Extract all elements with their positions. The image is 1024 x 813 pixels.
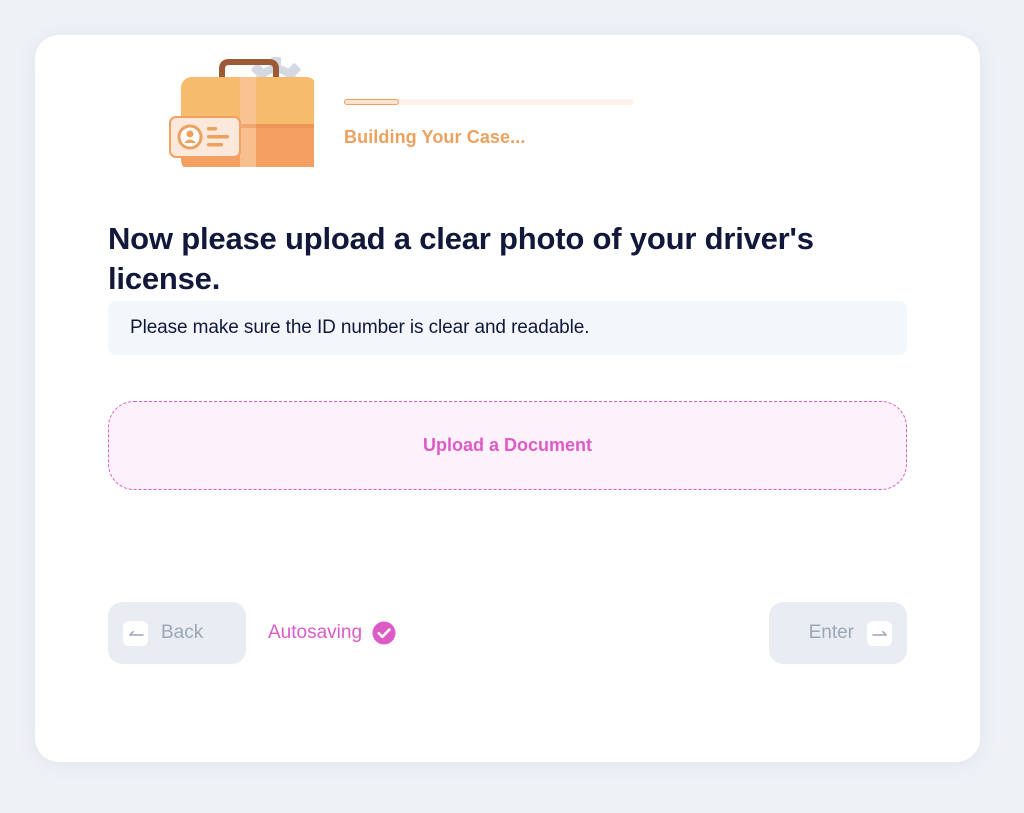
- autosave-indicator: Autosaving: [268, 621, 396, 645]
- briefcase-id-gear-illustration: [169, 57, 314, 167]
- back-button-label: Back: [161, 622, 204, 643]
- enter-button[interactable]: Enter: [769, 602, 907, 664]
- enter-button-label: Enter: [808, 622, 854, 643]
- arrow-left-icon: [123, 620, 148, 646]
- upload-document-dropzone[interactable]: Upload a Document: [108, 401, 907, 490]
- hint-text: Please make sure the ID number is clear …: [130, 317, 590, 338]
- progress-bar-fill: [344, 99, 400, 105]
- check-circle-icon: [372, 621, 396, 645]
- upload-document-label: Upload a Document: [422, 435, 592, 455]
- progress-bar: [344, 99, 634, 105]
- id-card-icon: [169, 116, 241, 158]
- back-button[interactable]: Back: [108, 602, 246, 664]
- hint-box: Please make sure the ID number is clear …: [108, 301, 907, 355]
- progress-status-text: Building Your Case...: [344, 127, 526, 147]
- question-title: Now please upload a clear photo of your …: [108, 221, 814, 296]
- arrow-right-icon: [867, 620, 892, 646]
- autosave-label: Autosaving: [268, 622, 363, 643]
- form-card: Building Your Case... Now please upload …: [35, 35, 980, 762]
